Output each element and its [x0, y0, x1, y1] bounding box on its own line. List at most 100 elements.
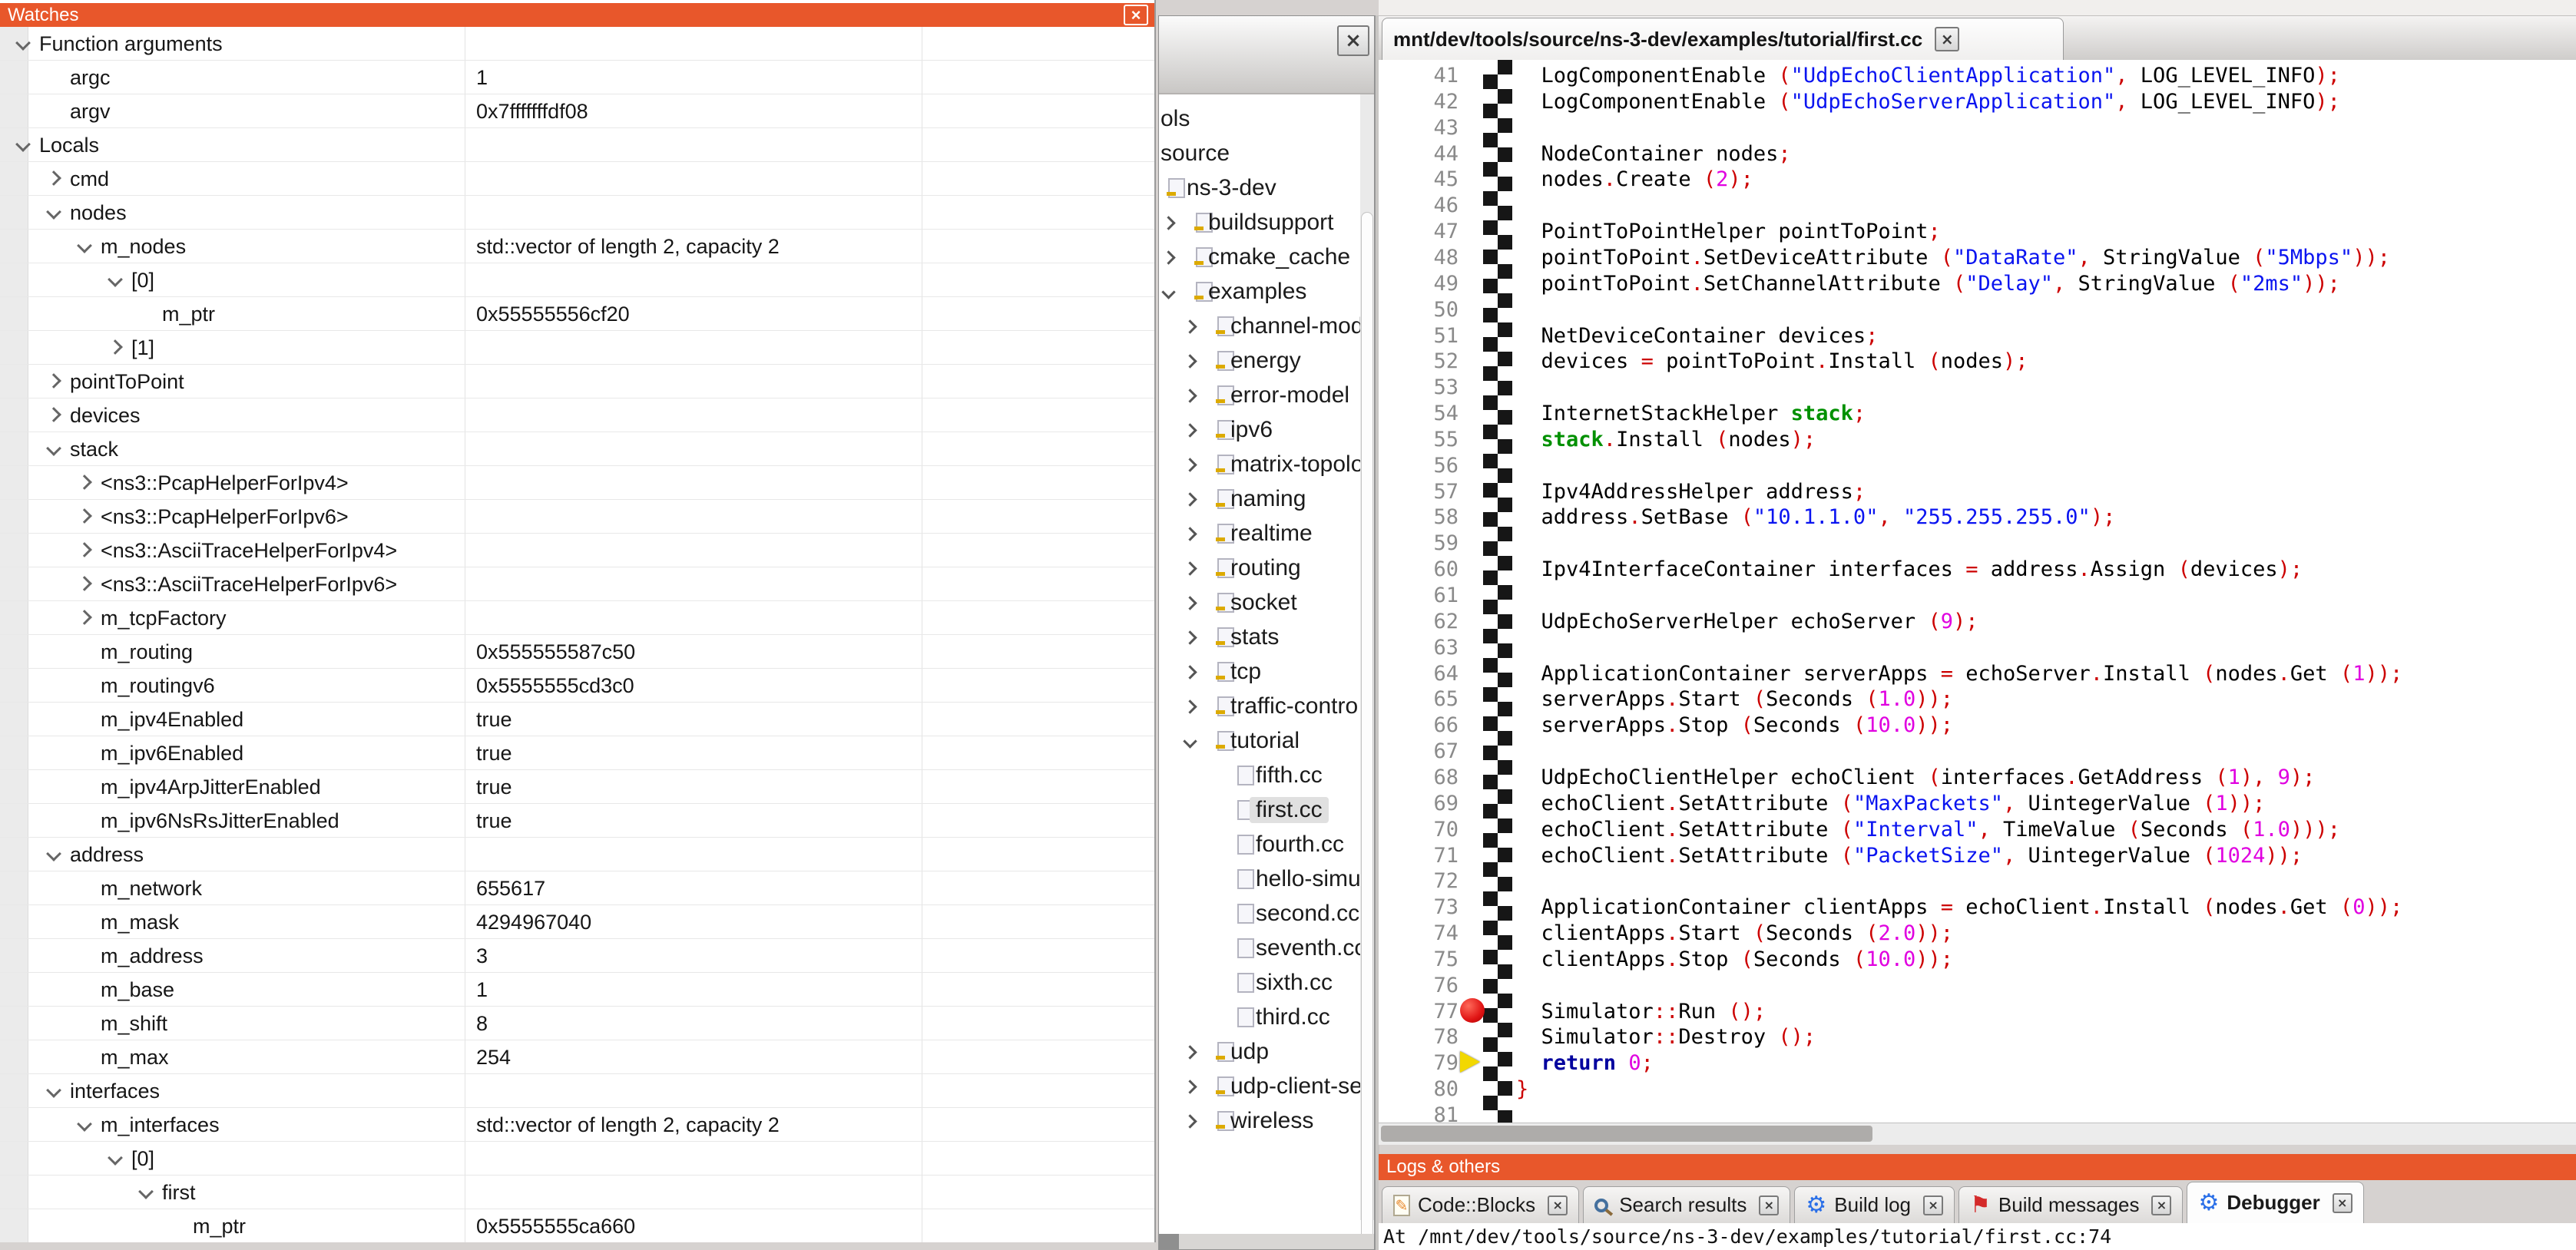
- tree-item[interactable]: tcp: [1159, 655, 1374, 689]
- code-line[interactable]: 69 echoClient.SetAttribute ("MaxPackets"…: [1379, 789, 2576, 815]
- line-number[interactable]: 59: [1379, 531, 1459, 555]
- line-number[interactable]: 48: [1379, 246, 1459, 270]
- tree-item-label[interactable]: fifth.cc: [1256, 762, 1323, 789]
- watch-row[interactable]: Locals: [0, 128, 1154, 162]
- chevron-right-icon[interactable]: [1183, 423, 1197, 437]
- tree-item-label[interactable]: cmake_cache: [1208, 244, 1350, 270]
- tree-item[interactable]: ipv6: [1159, 413, 1374, 448]
- code-line[interactable]: 43: [1379, 114, 2576, 140]
- line-number[interactable]: 47: [1379, 220, 1459, 243]
- watches-titlebar[interactable]: Watches ×: [0, 3, 1154, 27]
- logs-tab-build-messages[interactable]: ⚑Build messages×: [1958, 1186, 2183, 1223]
- close-icon[interactable]: ×: [1337, 25, 1369, 56]
- code-line[interactable]: 57 Ipv4AddressHelper address;: [1379, 478, 2576, 504]
- line-number[interactable]: 60: [1379, 557, 1459, 581]
- close-icon[interactable]: ×: [2151, 1195, 2171, 1215]
- chevron-right-icon[interactable]: [46, 373, 61, 389]
- line-number[interactable]: 75: [1379, 947, 1459, 971]
- tree-item-label[interactable]: channel-mod: [1230, 313, 1363, 339]
- watch-row[interactable]: m_shift8: [0, 1007, 1154, 1040]
- code-line[interactable]: 58 address.SetBase ("10.1.1.0", "255.255…: [1379, 503, 2576, 529]
- chevron-down-icon[interactable]: [77, 1116, 92, 1132]
- tree-item[interactable]: socket: [1159, 586, 1374, 620]
- code-line[interactable]: 52 devices = pointToPoint.Install (nodes…: [1379, 347, 2576, 373]
- logs-tab-search-results[interactable]: Search results×: [1583, 1186, 1790, 1223]
- watch-row[interactable]: [0]: [0, 263, 1154, 297]
- tree-item[interactable]: naming: [1159, 482, 1374, 517]
- watch-row[interactable]: m_tcpFactory: [0, 601, 1154, 635]
- chevron-right-icon[interactable]: [1183, 561, 1197, 575]
- code-line[interactable]: 60 Ipv4InterfaceContainer interfaces = a…: [1379, 555, 2576, 581]
- tree-item-label[interactable]: error-model: [1230, 382, 1349, 408]
- tree-item-label[interactable]: second.cc: [1256, 901, 1359, 927]
- tree-item[interactable]: seventh.cc: [1159, 931, 1374, 966]
- tree-item-label[interactable]: ols: [1161, 106, 1190, 132]
- tree-item[interactable]: first.cc: [1159, 793, 1374, 828]
- chevron-right-icon[interactable]: [1183, 665, 1197, 679]
- chevron-down-icon[interactable]: [1183, 734, 1197, 748]
- line-number[interactable]: 63: [1379, 636, 1459, 660]
- code-line[interactable]: 48 pointToPoint.SetDeviceAttribute ("Dat…: [1379, 243, 2576, 270]
- watch-row[interactable]: cmd: [0, 162, 1154, 196]
- tree-item[interactable]: traffic-contro: [1159, 689, 1374, 724]
- chevron-right-icon[interactable]: [1183, 389, 1197, 402]
- line-number[interactable]: 44: [1379, 142, 1459, 166]
- chevron-right-icon[interactable]: [1161, 250, 1175, 264]
- line-number[interactable]: 66: [1379, 713, 1459, 737]
- close-icon[interactable]: ×: [1923, 1195, 1943, 1215]
- code-line[interactable]: 50: [1379, 296, 2576, 322]
- code-line[interactable]: 54 InternetStackHelper stack;: [1379, 399, 2576, 425]
- close-icon[interactable]: ×: [1935, 27, 1959, 51]
- watch-row[interactable]: m_network655617: [0, 871, 1154, 905]
- tree-item[interactable]: hello-simul: [1159, 862, 1374, 897]
- code-line[interactable]: 81: [1379, 1101, 2576, 1123]
- code-line[interactable]: 68 UdpEchoClientHelper echoClient (inter…: [1379, 763, 2576, 789]
- watch-row[interactable]: pointToPoint: [0, 365, 1154, 398]
- chevron-right-icon[interactable]: [1183, 596, 1197, 610]
- tree-item-label[interactable]: fourth.cc: [1256, 832, 1344, 858]
- code-line[interactable]: 47 PointToPointHelper pointToPoint;: [1379, 217, 2576, 243]
- code-line[interactable]: 61: [1379, 581, 2576, 607]
- close-icon[interactable]: ×: [1759, 1195, 1779, 1215]
- line-number[interactable]: 69: [1379, 792, 1459, 815]
- chevron-right-icon[interactable]: [77, 475, 92, 490]
- line-number[interactable]: 74: [1379, 921, 1459, 945]
- chevron-right-icon[interactable]: [1183, 1080, 1197, 1093]
- logs-tab-build-log[interactable]: ⚙Build log×: [1794, 1186, 1955, 1223]
- logs-titlebar[interactable]: Logs & others: [1379, 1154, 2576, 1180]
- chevron-down-icon[interactable]: [46, 204, 61, 220]
- line-number[interactable]: 53: [1379, 375, 1459, 399]
- watch-row[interactable]: argc1: [0, 61, 1154, 94]
- code-line[interactable]: 62 UdpEchoServerHelper echoServer (9);: [1379, 607, 2576, 633]
- watch-row[interactable]: m_ptr0x5555555ca660: [0, 1209, 1154, 1242]
- tree-item[interactable]: realtime: [1159, 517, 1374, 551]
- tree-hscrollbar[interactable]: [1159, 1234, 1374, 1249]
- tree-item-label[interactable]: stats: [1230, 624, 1279, 650]
- watch-row[interactable]: interfaces: [0, 1074, 1154, 1108]
- chevron-right-icon[interactable]: [1183, 354, 1197, 368]
- tree-item-label[interactable]: routing: [1230, 555, 1301, 581]
- watch-row[interactable]: [1]: [0, 331, 1154, 365]
- line-number[interactable]: 58: [1379, 505, 1459, 529]
- chevron-right-icon[interactable]: [1183, 630, 1197, 644]
- line-number[interactable]: 43: [1379, 116, 1459, 140]
- tree-item[interactable]: udp: [1159, 1035, 1374, 1070]
- watch-row[interactable]: [0]: [0, 1142, 1154, 1176]
- chevron-right-icon[interactable]: [77, 576, 92, 591]
- code-line[interactable]: 53: [1379, 373, 2576, 399]
- tree-item-label[interactable]: tutorial: [1230, 728, 1300, 754]
- watch-row[interactable]: m_base1: [0, 973, 1154, 1007]
- line-number[interactable]: 56: [1379, 454, 1459, 478]
- chevron-down-icon[interactable]: [108, 272, 123, 287]
- watch-row[interactable]: address: [0, 838, 1154, 871]
- watch-row[interactable]: m_ptr0x55555556cf20: [0, 297, 1154, 331]
- tree-item[interactable]: wireless: [1159, 1104, 1374, 1139]
- line-number[interactable]: 79: [1379, 1051, 1459, 1075]
- line-number[interactable]: 64: [1379, 662, 1459, 686]
- watch-row[interactable]: m_ipv4Enabledtrue: [0, 703, 1154, 736]
- tree-item-label[interactable]: udp-client-ser: [1230, 1073, 1370, 1100]
- tree-item[interactable]: ols: [1159, 102, 1374, 137]
- chevron-right-icon[interactable]: [1183, 1045, 1197, 1059]
- chevron-right-icon[interactable]: [1183, 319, 1197, 333]
- close-icon[interactable]: ×: [2333, 1193, 2353, 1213]
